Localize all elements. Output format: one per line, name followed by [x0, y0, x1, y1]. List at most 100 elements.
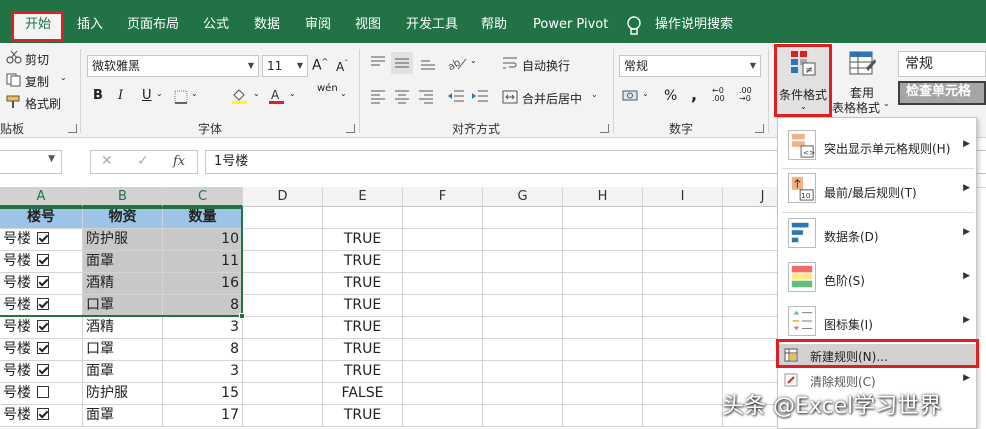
building-cell[interactable]: 号楼 — [0, 251, 83, 273]
cell[interactable] — [243, 383, 323, 405]
cell[interactable] — [403, 405, 483, 427]
phonetic-guide-button[interactable]: wén — [317, 83, 338, 94]
supplies-cell[interactable]: 酒精 — [83, 273, 163, 295]
result-cell[interactable]: TRUE — [323, 405, 403, 427]
increase-indent-icon[interactable] — [470, 87, 490, 105]
menu-item-data-bars[interactable]: 数据条(D) ▶ — [778, 214, 978, 252]
cell[interactable] — [243, 317, 323, 339]
cell[interactable] — [643, 405, 723, 427]
font-color-dropdown[interactable]: ⌄ — [289, 89, 296, 98]
align-right-icon[interactable] — [416, 87, 436, 105]
fill-color-icon[interactable] — [231, 87, 249, 105]
cell[interactable] — [403, 273, 483, 295]
cell-style-normal[interactable]: 常规 — [898, 51, 986, 77]
top-align-icon[interactable] — [368, 53, 388, 73]
column-header-b[interactable]: B — [83, 187, 163, 207]
checkbox[interactable] — [37, 254, 49, 266]
result-cell[interactable]: FALSE — [323, 383, 403, 405]
checkbox[interactable] — [37, 386, 49, 398]
copy-button[interactable]: 复制 — [25, 73, 49, 90]
merge-center-button[interactable]: 合并后居中 — [522, 90, 582, 107]
column-header-d[interactable]: D — [243, 187, 323, 207]
cell[interactable] — [483, 251, 563, 273]
cancel-icon[interactable]: ✕ — [101, 153, 113, 169]
supplies-cell[interactable]: 防护服 — [83, 383, 163, 405]
cell-style-check-cell[interactable]: 检查单元格 — [898, 81, 986, 105]
cell[interactable] — [643, 361, 723, 383]
cell[interactable] — [563, 295, 643, 317]
cut-button[interactable]: 剪切 — [25, 51, 49, 68]
supplies-cell[interactable]: 口罩 — [83, 339, 163, 361]
building-cell[interactable]: 号楼 — [0, 383, 83, 405]
column-header-c[interactable]: C — [163, 187, 243, 207]
cell[interactable] — [243, 339, 323, 361]
cell[interactable] — [243, 361, 323, 383]
name-box[interactable]: ▼ — [0, 150, 62, 174]
grow-font-button[interactable]: A^ — [312, 57, 328, 74]
cell[interactable] — [483, 229, 563, 251]
font-name-select[interactable]: 微软雅黑 ▼ — [87, 55, 259, 77]
orientation-dropdown[interactable]: ⌄ — [470, 56, 477, 65]
cell[interactable] — [243, 207, 323, 229]
quantity-cell[interactable]: 8 — [163, 295, 243, 317]
cell[interactable] — [643, 339, 723, 361]
number-format-select[interactable]: 常规 ▼ — [619, 55, 761, 77]
result-cell[interactable]: TRUE — [323, 251, 403, 273]
alignment-dialog-launcher[interactable] — [600, 124, 609, 133]
number-dialog-launcher[interactable] — [755, 124, 764, 133]
checkbox[interactable] — [37, 342, 49, 354]
cell[interactable] — [323, 207, 403, 229]
menu-item-color-scales[interactable]: 色阶(S) ▶ — [778, 258, 978, 296]
cell[interactable] — [643, 383, 723, 405]
table-header-quantity[interactable]: 数量 — [163, 207, 243, 229]
cell[interactable] — [563, 361, 643, 383]
building-cell[interactable]: 号楼 — [0, 361, 83, 383]
underline-dropdown[interactable]: ⌄ — [156, 89, 163, 98]
result-cell[interactable]: TRUE — [323, 229, 403, 251]
percent-button[interactable]: % — [664, 88, 677, 104]
cell[interactable] — [403, 251, 483, 273]
currency-icon[interactable] — [622, 88, 640, 104]
cell[interactable] — [243, 295, 323, 317]
cell[interactable] — [403, 229, 483, 251]
menu-item-highlight-rules[interactable]: <> 突出显示单元格规则(H) ▶ — [778, 126, 978, 164]
copy-dropdown[interactable]: ⌄ — [60, 73, 67, 82]
cell[interactable] — [563, 339, 643, 361]
building-cell[interactable]: 号楼 — [0, 273, 83, 295]
merge-center-dropdown[interactable]: ⌄ — [591, 90, 598, 99]
tab-data[interactable]: 数据 — [254, 11, 280, 39]
result-cell[interactable]: TRUE — [323, 317, 403, 339]
cell[interactable] — [403, 361, 483, 383]
tab-view[interactable]: 视图 — [355, 11, 381, 39]
cell[interactable] — [403, 295, 483, 317]
cell[interactable] — [483, 361, 563, 383]
tab-power-pivot[interactable]: Power Pivot — [533, 11, 608, 39]
underline-button[interactable]: U — [142, 88, 152, 103]
cell[interactable] — [563, 251, 643, 273]
cell[interactable] — [643, 317, 723, 339]
result-cell[interactable]: TRUE — [323, 339, 403, 361]
checkbox[interactable] — [37, 364, 49, 376]
supplies-cell[interactable]: 酒精 — [83, 317, 163, 339]
format-painter-button[interactable]: 格式刷 — [25, 95, 61, 112]
menu-item-top-bottom-rules[interactable]: 10 最前/最后规则(T) ▶ — [778, 170, 978, 208]
shrink-font-button[interactable]: Aˇ — [336, 59, 348, 74]
cell[interactable] — [563, 229, 643, 251]
quantity-cell[interactable]: 8 — [163, 339, 243, 361]
quantity-cell[interactable]: 16 — [163, 273, 243, 295]
checkbox[interactable] — [37, 232, 49, 244]
column-header-e[interactable]: E — [323, 187, 403, 207]
cell[interactable] — [483, 273, 563, 295]
cell[interactable] — [483, 383, 563, 405]
cell[interactable] — [403, 207, 483, 229]
tab-home[interactable]: 开始 — [13, 11, 64, 39]
borders-icon[interactable] — [174, 90, 188, 104]
cell[interactable] — [243, 229, 323, 251]
supplies-cell[interactable]: 口罩 — [83, 295, 163, 317]
menu-item-icon-sets[interactable]: 图标集(I) ▶ — [778, 302, 978, 340]
building-cell[interactable]: 号楼 — [0, 405, 83, 427]
result-cell[interactable]: TRUE — [323, 361, 403, 383]
fill-color-dropdown[interactable]: ⌄ — [253, 89, 260, 98]
cell[interactable] — [483, 405, 563, 427]
cell[interactable] — [643, 295, 723, 317]
